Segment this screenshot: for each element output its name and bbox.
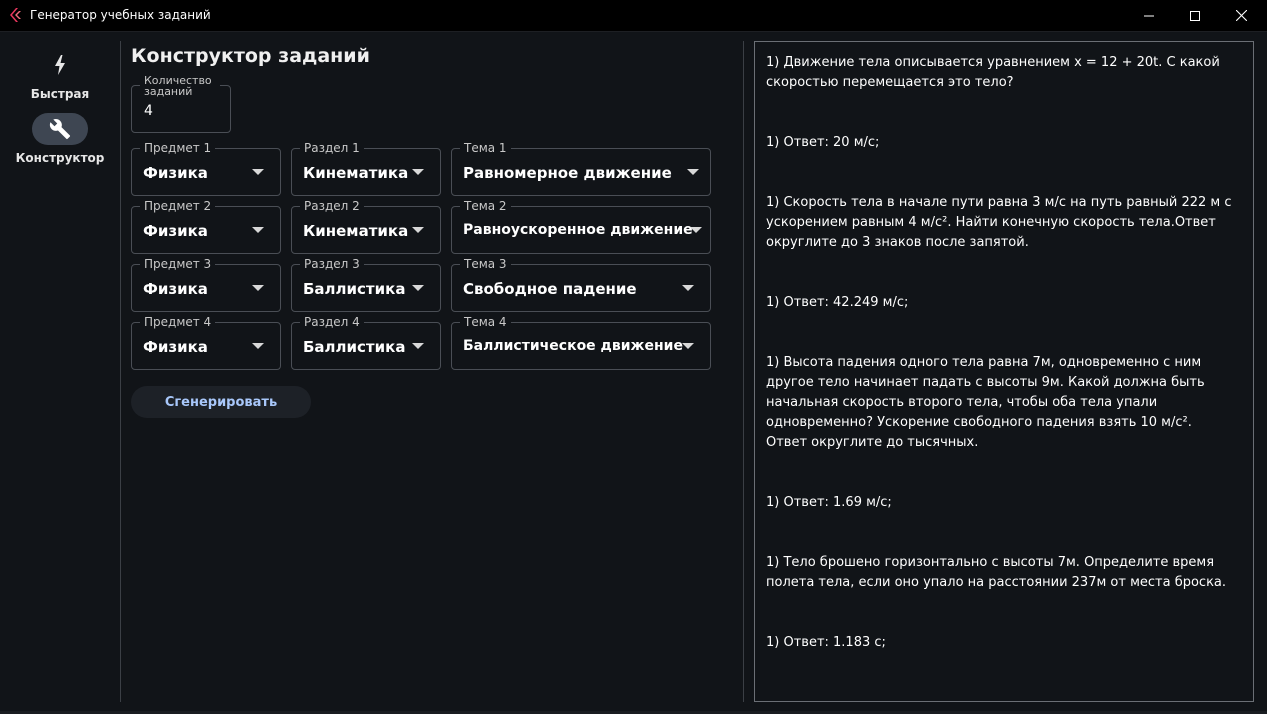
topic-dropdown-3[interactable]: Тема 3 Свободное падение [451, 257, 711, 312]
section-value-4: Баллистика [303, 338, 406, 356]
section-label-1: Раздел 1 [300, 141, 364, 155]
subject-label-3: Предмет 3 [140, 257, 216, 271]
dropdown-arrow-icon [412, 343, 424, 349]
close-icon [1235, 10, 1247, 21]
topic-value-1: Равномерное движение [463, 164, 672, 182]
topic-value-3: Свободное падение [463, 280, 637, 298]
question-4-text: 1) Тело брошено горизонтально с высоты 7… [766, 555, 1227, 590]
bolt-icon [55, 55, 65, 75]
dropdown-arrow-icon [252, 343, 264, 349]
topic-label-2: Тема 2 [460, 199, 511, 213]
wrench-icon [49, 119, 71, 140]
rail-divider [120, 41, 121, 702]
topic-dropdown-1[interactable]: Тема 1 Равномерное движение [451, 141, 711, 196]
subject-value-1: Физика [143, 164, 208, 182]
dropdown-arrow-icon [682, 343, 694, 349]
title-bar: Генератор учебных заданий [0, 0, 1267, 32]
dropdown-arrow-icon [412, 169, 424, 175]
panel-divider [743, 41, 744, 702]
task-count-label: Количество заданий [140, 75, 220, 97]
window-title: Генератор учебных заданий [30, 8, 211, 22]
question-2-text: 1) Скорость тела в начале пути равна 3 м… [766, 195, 1232, 250]
question-1-text: 1) Движение тела описывается уравнением … [766, 55, 1220, 90]
maximize-button[interactable] [1172, 0, 1218, 31]
dropdown-arrow-icon [687, 169, 699, 175]
subject-label-1: Предмет 1 [140, 141, 216, 155]
subject-value-4: Физика [143, 338, 208, 356]
answer-3-text: 1) Ответ: 1.69 м/с; [766, 495, 892, 510]
generate-button[interactable]: Сгенерировать [131, 386, 311, 418]
answer-2-text: 1) Ответ: 42.249 м/с; [766, 295, 909, 310]
navigation-rail: Быстрая Конструктор [0, 31, 120, 714]
section-dropdown-1[interactable]: Раздел 1 Кинематика [291, 141, 441, 196]
dropdown-arrow-icon [690, 227, 702, 233]
dropdown-arrow-icon [412, 285, 424, 291]
answer-1-text: 1) Ответ: 20 м/с; [766, 135, 880, 150]
section-value-1: Кинематика [303, 164, 409, 182]
page-title: Конструктор заданий [131, 45, 370, 67]
subject-value-3: Физика [143, 280, 208, 298]
dropdown-arrow-icon [252, 285, 264, 291]
topic-label-3: Тема 3 [460, 257, 511, 271]
subject-dropdown-1[interactable]: Предмет 1 Физика [131, 141, 281, 196]
section-label-4: Раздел 4 [300, 315, 364, 329]
topic-value-4: Баллистическое движение [463, 338, 683, 354]
topic-dropdown-2[interactable]: Тема 2 Равноускоренное движение [451, 199, 711, 254]
dropdown-arrow-icon [682, 285, 694, 291]
rail-icon-container[interactable] [32, 49, 88, 81]
subject-label-4: Предмет 4 [140, 315, 216, 329]
maximize-icon [1190, 10, 1200, 21]
task-count-value[interactable]: 4 [144, 103, 153, 119]
rail-label-constructor: Конструктор [15, 151, 105, 165]
rail-item-quick[interactable]: Быстрая [0, 49, 120, 105]
minimize-button[interactable] [1126, 0, 1172, 31]
rail-item-constructor[interactable]: Конструктор [0, 113, 120, 169]
output-text-area[interactable]: 1) Движение тела описывается уравнением … [754, 41, 1254, 702]
rail-label-quick: Быстрая [30, 87, 90, 101]
subject-dropdown-2[interactable]: Предмет 2 Физика [131, 199, 281, 254]
section-label-2: Раздел 2 [300, 199, 364, 213]
dropdown-arrow-icon [252, 227, 264, 233]
section-dropdown-2[interactable]: Раздел 2 Кинематика [291, 199, 441, 254]
section-label-3: Раздел 3 [300, 257, 364, 271]
dropdown-arrow-icon [412, 227, 424, 233]
section-value-3: Баллистика [303, 280, 406, 298]
answer-4-text: 1) Ответ: 1.183 с; [766, 635, 886, 650]
dropdown-arrow-icon [252, 169, 264, 175]
subject-dropdown-4[interactable]: Предмет 4 Физика [131, 315, 281, 370]
task-count-field[interactable]: Количество заданий 4 [131, 75, 231, 133]
subject-dropdown-3[interactable]: Предмет 3 Физика [131, 257, 281, 312]
app-logo-icon [10, 8, 21, 22]
section-value-2: Кинематика [303, 222, 409, 240]
topic-value-2: Равноускоренное движение [463, 222, 693, 238]
subject-value-2: Физика [143, 222, 208, 240]
minimize-icon [1144, 15, 1154, 16]
close-button[interactable] [1218, 0, 1264, 31]
topic-label-4: Тема 4 [460, 315, 511, 329]
section-dropdown-4[interactable]: Раздел 4 Баллистика [291, 315, 441, 370]
question-3-text: 1) Высота падения одного тела равна 7м, … [766, 355, 1205, 450]
topic-dropdown-4[interactable]: Тема 4 Баллистическое движение [451, 315, 711, 370]
section-dropdown-3[interactable]: Раздел 3 Баллистика [291, 257, 441, 312]
rail-icon-container-selected[interactable] [32, 113, 88, 145]
subject-label-2: Предмет 2 [140, 199, 216, 213]
topic-label-1: Тема 1 [460, 141, 511, 155]
